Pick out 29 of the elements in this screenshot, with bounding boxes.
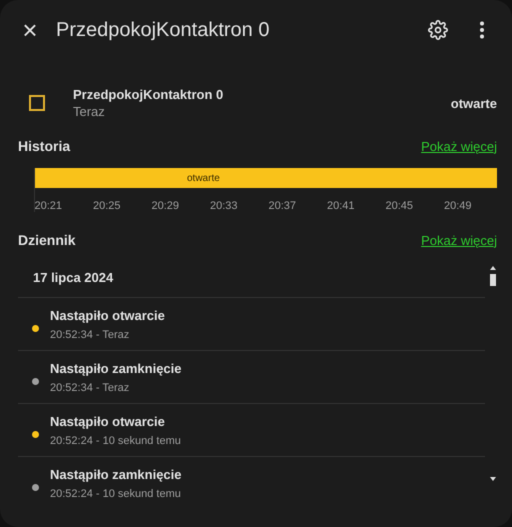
entry-title: Nastąpiło zamknięcie [50,360,182,376]
date-heading: 17 lipca 2024 [18,264,485,298]
time-tick: 20:25 [92,200,122,212]
entry-title: Nastąpiło zamknięcie [50,466,182,482]
time-tick: 20:29 [150,200,180,212]
entity-name: PrzedpokojKontaktron 0 [73,87,224,102]
time-tick: 20:37 [267,200,298,212]
show-more-link[interactable]: Pokaż więcej [421,138,497,154]
time-tick: 20:21 [33,200,64,212]
entry-time: 20:52:24 - 10 sekund temu [50,434,181,446]
close-button[interactable]: × [12,12,48,48]
section-title: Dziennik [18,232,76,248]
time-tick: 20:41 [326,200,356,212]
entity-state: otwarte [450,96,497,110]
show-more-link[interactable]: Pokaż więcej [421,232,497,248]
bar-label: otwarte [187,172,220,184]
time-tick: 20:33 [208,200,239,212]
entry-time: 20:52:24 - 10 sekund temu [50,488,182,500]
settings-icon[interactable] [428,20,448,40]
last-changed: Teraz [73,104,106,119]
entry-time: 20:52:34 - Teraz [50,382,130,394]
time-tick: 20:45 [384,200,414,212]
more-options-icon[interactable] [479,21,485,39]
time-tick: 20:49 [442,200,473,212]
dialog-title: PrzedpokojKontaktron 0 [56,18,270,42]
entry-title: Nastąpiło otwarcie [50,308,165,322]
entry-title: Nastąpiło otwarcie [50,414,166,428]
entry-time: 20:52:34 - Teraz [50,328,130,340]
section-title: Historia [18,138,70,154]
